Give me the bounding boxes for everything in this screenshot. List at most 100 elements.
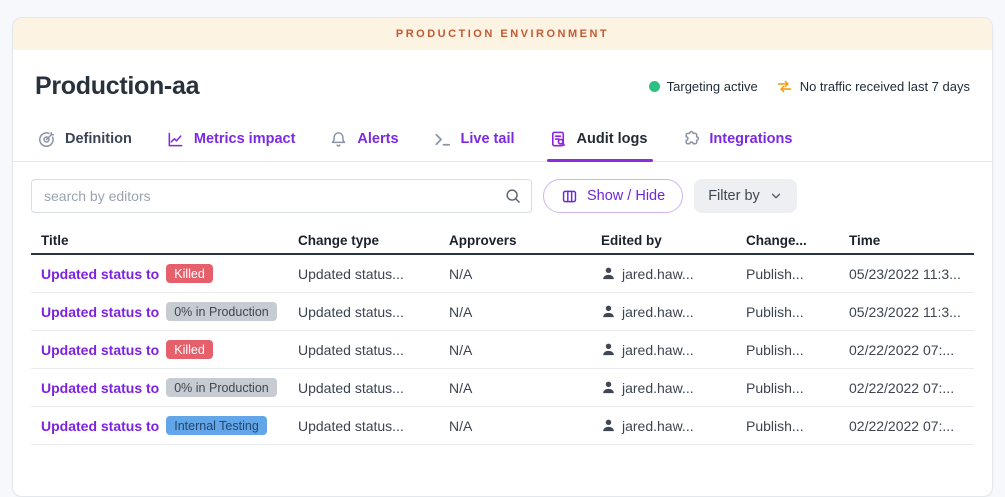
edited-by-cell: jared.haw... bbox=[601, 418, 746, 434]
puzzle-icon bbox=[681, 130, 700, 149]
change-type-cell: Updated status... bbox=[298, 380, 449, 396]
traffic-arrows-icon bbox=[776, 78, 793, 95]
terminal-icon bbox=[433, 130, 452, 149]
table-header-row: Title Change type Approvers Edited by Ch… bbox=[31, 227, 974, 255]
line-chart-icon bbox=[166, 130, 185, 149]
title-cell: Updated status to Killed bbox=[31, 340, 298, 359]
environment-card: PRODUCTION ENVIRONMENT Production-aa Tar… bbox=[12, 17, 993, 497]
changes-cell: Publish... bbox=[746, 342, 849, 358]
time-cell: 05/23/2022 11:3... bbox=[849, 266, 974, 282]
edited-by-name: jared.haw... bbox=[622, 418, 694, 434]
edited-by-cell: jared.haw... bbox=[601, 342, 746, 358]
filter-by-label: Filter by bbox=[708, 188, 760, 204]
column-header-approvers: Approvers bbox=[449, 233, 601, 248]
title-cell: Updated status to Killed bbox=[31, 264, 298, 283]
column-header-title: Title bbox=[31, 233, 298, 248]
show-hide-label: Show / Hide bbox=[587, 188, 665, 204]
tab-bar: Definition Metrics impact Alerts bbox=[13, 117, 992, 162]
status-badge: 0% in Production bbox=[166, 302, 277, 321]
time-cell: 02/22/2022 07:... bbox=[849, 380, 974, 396]
title-cell: Updated status to Internal Testing bbox=[31, 416, 298, 435]
page-header: Production-aa Targeting active No traffi… bbox=[13, 50, 992, 117]
title-link[interactable]: Updated status to bbox=[41, 418, 159, 434]
time-cell: 02/22/2022 07:... bbox=[849, 418, 974, 434]
search-icon bbox=[504, 187, 522, 210]
banner-label: PRODUCTION ENVIRONMENT bbox=[396, 28, 609, 40]
edited-by-name: jared.haw... bbox=[622, 304, 694, 320]
edited-by-name: jared.haw... bbox=[622, 342, 694, 358]
status-badge: 0% in Production bbox=[166, 378, 277, 397]
table-row[interactable]: Updated status to Internal Testing Updat… bbox=[31, 407, 974, 445]
production-environment-banner: PRODUCTION ENVIRONMENT bbox=[13, 18, 992, 50]
tab-integrations[interactable]: Integrations bbox=[681, 117, 792, 161]
changes-cell: Publish... bbox=[746, 266, 849, 282]
target-icon bbox=[37, 130, 56, 149]
time-cell: 05/23/2022 11:3... bbox=[849, 304, 974, 320]
table-row[interactable]: Updated status to Killed Updated status.… bbox=[31, 331, 974, 369]
edited-by-cell: jared.haw... bbox=[601, 380, 746, 396]
edited-by-name: jared.haw... bbox=[622, 266, 694, 282]
approvers-cell: N/A bbox=[449, 342, 601, 358]
person-icon bbox=[601, 266, 616, 281]
traffic-status: No traffic received last 7 days bbox=[776, 78, 970, 95]
page-title: Production-aa bbox=[35, 72, 199, 101]
traffic-status-label: No traffic received last 7 days bbox=[800, 79, 970, 94]
tab-definition[interactable]: Definition bbox=[37, 117, 132, 161]
targeting-status-label: Targeting active bbox=[667, 79, 758, 94]
tab-audit-logs[interactable]: Audit logs bbox=[549, 117, 648, 161]
title-link[interactable]: Updated status to bbox=[41, 304, 159, 320]
title-cell: Updated status to 0% in Production bbox=[31, 302, 298, 321]
search-input[interactable] bbox=[31, 179, 532, 213]
title-link[interactable]: Updated status to bbox=[41, 380, 159, 396]
tab-live-tail[interactable]: Live tail bbox=[433, 117, 515, 161]
change-type-cell: Updated status... bbox=[298, 342, 449, 358]
tab-metrics-impact[interactable]: Metrics impact bbox=[166, 117, 296, 161]
changes-cell: Publish... bbox=[746, 304, 849, 320]
tab-label: Alerts bbox=[357, 131, 398, 147]
tab-label: Metrics impact bbox=[194, 131, 296, 147]
title-cell: Updated status to 0% in Production bbox=[31, 378, 298, 397]
columns-icon bbox=[561, 188, 578, 205]
bell-icon bbox=[329, 130, 348, 149]
edited-by-cell: jared.haw... bbox=[601, 266, 746, 282]
tab-alerts[interactable]: Alerts bbox=[329, 117, 398, 161]
table-row[interactable]: Updated status to Killed Updated status.… bbox=[31, 255, 974, 293]
person-icon bbox=[601, 380, 616, 395]
chevron-down-icon bbox=[769, 189, 783, 203]
status-group: Targeting active No traffic received las… bbox=[649, 78, 970, 95]
document-search-icon bbox=[549, 130, 568, 149]
show-hide-button[interactable]: Show / Hide bbox=[543, 179, 683, 213]
table-row[interactable]: Updated status to 0% in Production Updat… bbox=[31, 293, 974, 331]
table-row[interactable]: Updated status to 0% in Production Updat… bbox=[31, 369, 974, 407]
tab-label: Live tail bbox=[461, 131, 515, 147]
edited-by-name: jared.haw... bbox=[622, 380, 694, 396]
person-icon bbox=[601, 418, 616, 433]
column-header-edited-by: Edited by bbox=[601, 233, 746, 248]
status-badge: Killed bbox=[166, 264, 213, 283]
audit-log-table: Title Change type Approvers Edited by Ch… bbox=[31, 227, 974, 445]
status-badge: Killed bbox=[166, 340, 213, 359]
tab-label: Definition bbox=[65, 131, 132, 147]
approvers-cell: N/A bbox=[449, 380, 601, 396]
person-icon bbox=[601, 304, 616, 319]
approvers-cell: N/A bbox=[449, 304, 601, 320]
title-link[interactable]: Updated status to bbox=[41, 342, 159, 358]
title-link[interactable]: Updated status to bbox=[41, 266, 159, 282]
green-dot-icon bbox=[649, 81, 660, 92]
change-type-cell: Updated status... bbox=[298, 266, 449, 282]
column-header-time: Time bbox=[849, 233, 974, 248]
approvers-cell: N/A bbox=[449, 418, 601, 434]
changes-cell: Publish... bbox=[746, 418, 849, 434]
toolbar: Show / Hide Filter by bbox=[13, 162, 992, 227]
time-cell: 02/22/2022 07:... bbox=[849, 342, 974, 358]
column-header-changes: Change... bbox=[746, 233, 849, 248]
filter-by-button[interactable]: Filter by bbox=[694, 179, 797, 213]
column-header-change-type: Change type bbox=[298, 233, 449, 248]
search-wrap bbox=[31, 179, 532, 213]
change-type-cell: Updated status... bbox=[298, 418, 449, 434]
status-badge: Internal Testing bbox=[166, 416, 267, 435]
change-type-cell: Updated status... bbox=[298, 304, 449, 320]
edited-by-cell: jared.haw... bbox=[601, 304, 746, 320]
changes-cell: Publish... bbox=[746, 380, 849, 396]
approvers-cell: N/A bbox=[449, 266, 601, 282]
